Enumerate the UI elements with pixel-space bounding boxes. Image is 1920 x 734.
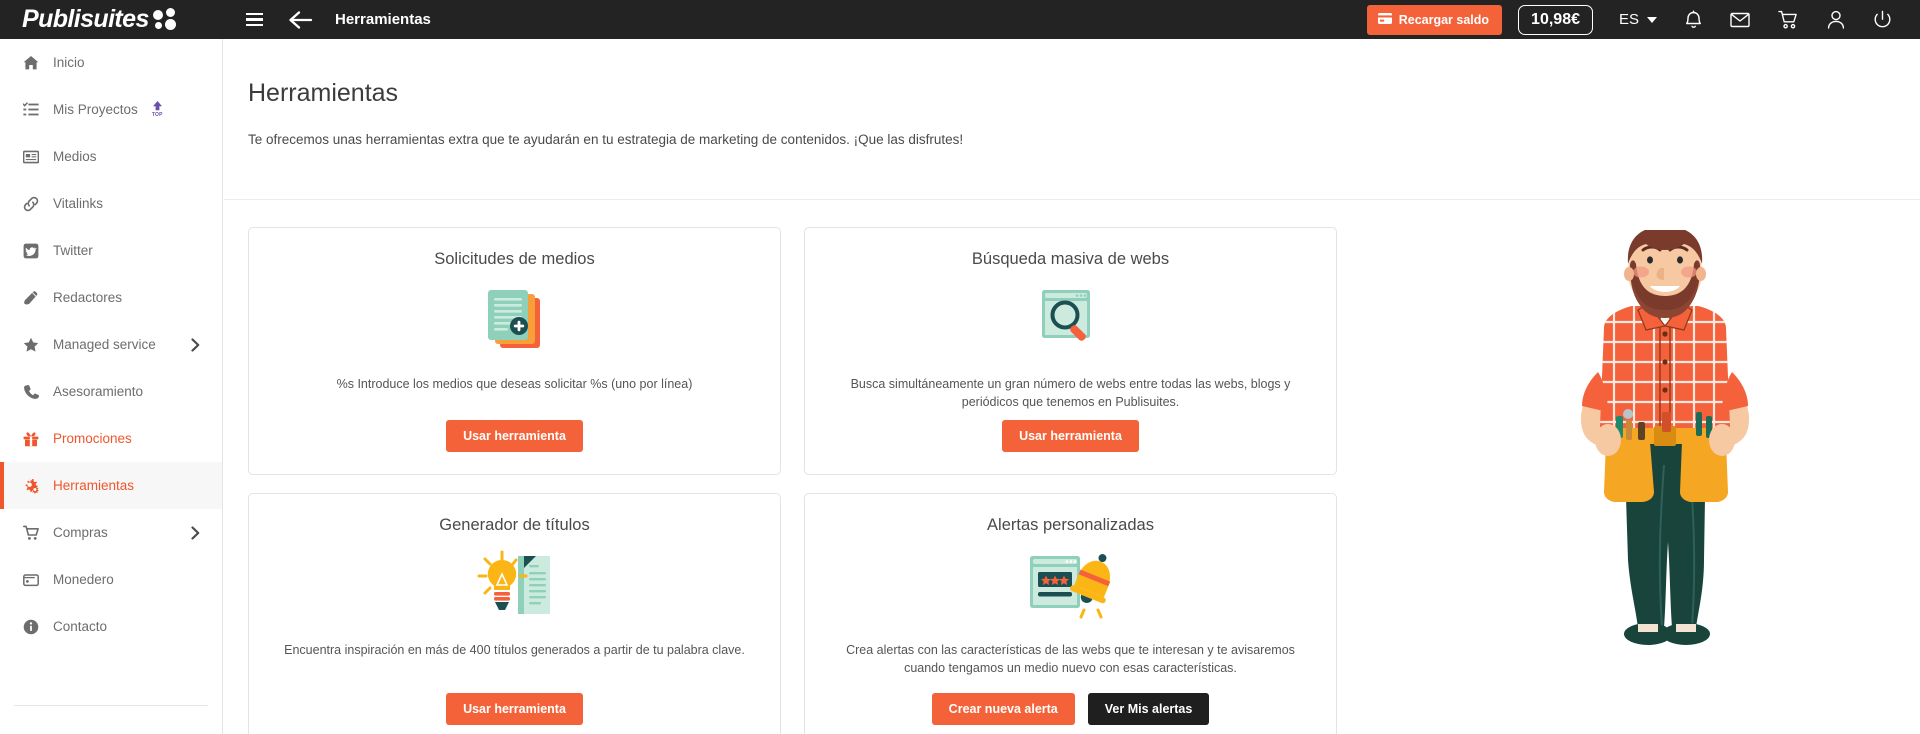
lightbulb-document-illustration [472,547,558,623]
sidebar-item-label: Inicio [53,55,85,70]
newspaper-icon [23,149,45,165]
ver-mis-alertas-button[interactable]: Ver Mis alertas [1087,693,1210,725]
top-badge-label: TOP [151,112,163,118]
recharge-balance-button[interactable]: Recargar saldo [1366,4,1503,35]
sidebar-item-mis-proyectos[interactable]: Mis Proyectos TOP [0,86,222,133]
gift-icon [23,431,45,447]
tool-card: Búsqueda masiva de webs Busca simultáneam… [804,227,1337,475]
tool-card-actions: Crear nueva alerta Ver Mis alertas [931,693,1210,725]
sidebar-item-monedero[interactable]: Monedero [0,556,222,603]
sidebar-item-contacto[interactable]: Contacto [0,603,222,650]
sidebar-item-label: Monedero [53,572,114,587]
balance-badge[interactable]: 10,98€ [1518,4,1593,35]
sidebar-item-redactores[interactable]: Redactores [0,274,222,321]
tool-card-title: Solicitudes de medios [434,250,595,268]
twitter-icon [23,243,45,259]
sidebar-item-label: Herramientas [53,478,135,493]
list-icon [23,101,45,118]
hamburger-icon[interactable] [243,6,266,33]
gears-icon [23,478,45,494]
envelope-icon[interactable] [1730,12,1750,28]
tool-card-actions: Usar herramienta [446,693,583,725]
wallet-icon [23,572,45,588]
tool-card-title: Alertas personalizadas [987,516,1154,534]
tool-card-actions: Usar herramienta [1002,420,1139,452]
sidebar-item-label: Asesoramiento [53,384,144,399]
documents-plus-illustration [478,281,552,357]
recharge-label: Recargar saldo [1398,12,1490,27]
tool-card-description: %s Introduce los medios que deseas solic… [336,377,693,391]
tool-card-description: Busca simultáneamente un gran número de … [850,377,1291,410]
sidebar-item-medios[interactable]: Medios [0,133,222,180]
tool-card: Alertas personalizadas Crea alertas con l… [804,493,1337,734]
star-icon [23,337,45,353]
language-selector[interactable]: ES [1619,11,1657,28]
usar-herramienta-button[interactable]: Usar herramienta [1002,420,1139,452]
sidebar-divider [14,705,208,706]
link-icon [23,196,45,212]
sidebar-item-label: Promociones [53,431,132,446]
sidebar-item-herramientas[interactable]: Herramientas [0,462,222,509]
user-icon[interactable] [1827,10,1845,29]
top-bar: Publisuites Herramientas Recargar saldo … [0,0,1920,39]
arrow-left-icon[interactable] [288,10,313,29]
sidebar-item-asesoramiento[interactable]: Asesoramiento [0,368,222,415]
cart-icon [23,525,45,541]
brand-logo[interactable]: Publisuites [0,0,223,39]
home-icon [23,55,45,71]
sidebar: Inicio Mis Proyectos TOP Medios Vitalinks Twi… [0,39,223,734]
sidebar-item-label: Redactores [53,290,123,305]
sidebar-item-compras[interactable]: Compras [0,509,222,556]
chevron-right-icon [191,337,200,352]
credit-card-icon [1377,12,1392,27]
chevron-right-icon [191,525,200,540]
sidebar-item-label: Compras [53,525,108,540]
sidebar-item-inicio[interactable]: Inicio [0,39,222,86]
brand-name: Publisuites [22,5,149,33]
browser-magnifier-illustration [1034,281,1108,357]
bell-icon[interactable] [1685,10,1702,29]
tool-card: Solicitudes de medios %s Introduce los me… [248,227,781,475]
tool-card-title: Generador de títulos [439,516,590,534]
chevron-down-icon [1647,16,1657,23]
tool-cards-grid: Solicitudes de medios %s Introduce los me… [248,227,1338,734]
sidebar-item-managed-service[interactable]: Managed service [0,321,222,368]
sidebar-item-label: Contacto [53,619,108,634]
sidebar-item-vitalinks[interactable]: Vitalinks [0,180,222,227]
crear-nueva-alerta-button[interactable]: Crear nueva alerta [931,693,1075,725]
tool-card-description: Crea alertas con las características de … [846,643,1295,676]
cart-icon[interactable] [1778,10,1799,29]
sidebar-item-label: Medios [53,149,97,164]
tool-card-actions: Usar herramienta [446,420,583,452]
page-title: Herramientas [248,79,399,107]
sidebar-item-label: Twitter [53,243,93,258]
usar-herramienta-button[interactable]: Usar herramienta [446,420,583,452]
sidebar-item-label: Mis Proyectos [53,102,138,117]
phone-icon [23,384,45,400]
language-value: ES [1618,11,1639,28]
sidebar-item-promociones[interactable]: Promociones [0,415,222,462]
brand-dots-icon [152,7,179,32]
tool-card-row: Generador de títulos Encuentra inspiració… [248,493,1338,734]
content-divider [224,199,1920,200]
sidebar-item-label: Managed service [53,337,156,352]
header-page-title: Herramientas [335,11,431,28]
browser-bell-illustration [1026,547,1116,623]
pencil-icon [23,290,45,306]
tool-card-row: Solicitudes de medios %s Introduce los me… [248,227,1338,475]
usar-herramienta-button[interactable]: Usar herramienta [446,693,583,725]
tool-card-title: Búsqueda masiva de webs [971,250,1170,268]
page-subtitle: Te ofrecemos unas herramientas extra que… [248,132,964,147]
sidebar-item-twitter[interactable]: Twitter [0,227,222,274]
handyman-illustration [1546,226,1784,650]
info-icon [23,619,45,635]
tool-card-description: Encuentra inspiración en más de 400 títu… [284,643,745,657]
sidebar-item-label: Vitalinks [53,196,104,211]
top-badge-icon: TOP [152,101,163,118]
main-content: Herramientas Te ofrecemos unas herramien… [224,39,1920,734]
power-icon[interactable] [1873,10,1892,29]
tool-card: Generador de títulos Encuentra inspiració… [248,493,781,734]
